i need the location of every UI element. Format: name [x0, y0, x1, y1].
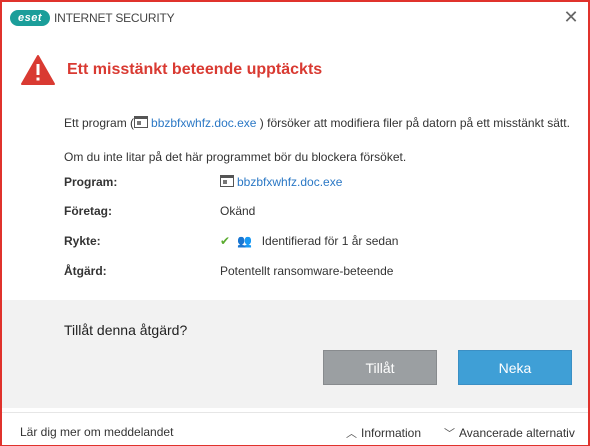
company-label: Företag:: [64, 204, 112, 218]
advanced-options-toggle[interactable]: ﹀ Avancerade alternativ: [444, 425, 575, 441]
action-label: Åtgärd:: [64, 264, 107, 278]
reputation-label: Rykte:: [64, 234, 101, 248]
company-value-link[interactable]: Okänd: [220, 204, 255, 218]
program-value: bbzbfxwhfz.doc.exe: [220, 175, 342, 189]
users-icon: 👥: [237, 234, 253, 248]
program-link[interactable]: bbzbfxwhfz.doc.exe: [151, 116, 256, 130]
program-label: Program:: [64, 175, 118, 189]
reputation-value: ✔ 👥 Identifierad för 1 år sedan: [220, 234, 398, 248]
alert-advice: Om du inte litar på det här programmet b…: [64, 150, 407, 164]
checkmark-icon: ✔: [220, 234, 231, 248]
alert-header: Ett misstänkt beteende upptäckts: [16, 50, 576, 90]
chevron-up-icon: ︿: [346, 428, 357, 440]
action-value: Potentellt ransomware-beteende: [220, 264, 394, 278]
allow-button[interactable]: Tillåt: [323, 350, 437, 385]
program-value-link[interactable]: bbzbfxwhfz.doc.exe: [237, 175, 342, 189]
message-prefix: Ett program (: [64, 116, 135, 130]
warning-icon: [21, 55, 55, 85]
information-label: Information: [361, 426, 422, 440]
chevron-down-icon: ﹀: [444, 428, 455, 440]
learn-more-link[interactable]: Lär dig mer om meddelandet: [20, 425, 173, 439]
information-toggle[interactable]: ︿ Information: [346, 425, 421, 441]
title-bar: eset INTERNET SECURITY ✕: [2, 2, 588, 34]
close-button[interactable]: ✕: [558, 6, 584, 28]
alert-title: Ett misstänkt beteende upptäckts: [67, 61, 323, 78]
alert-window: eset INTERNET SECURITY ✕ Ett misstänkt b…: [0, 0, 590, 446]
eset-logo: eset: [10, 10, 50, 26]
alert-message: Ett program ( bbzbfxwhfz.doc.exe ) försök…: [64, 116, 570, 130]
bottom-bar: Lär dig mer om meddelandet ︿ Information …: [2, 412, 588, 445]
product-name: INTERNET SECURITY: [54, 11, 175, 25]
program-file-icon: [220, 175, 234, 187]
decision-question: Tillåt denna åtgärd?: [64, 322, 188, 338]
advanced-options-label: Avancerade alternativ: [459, 426, 575, 440]
deny-button[interactable]: Neka: [458, 350, 572, 385]
reputation-text: Identifierad för 1 år sedan: [261, 234, 399, 248]
message-suffix: ) försöker att modifiera filer på datorn…: [259, 116, 570, 130]
program-file-icon: [134, 116, 149, 128]
